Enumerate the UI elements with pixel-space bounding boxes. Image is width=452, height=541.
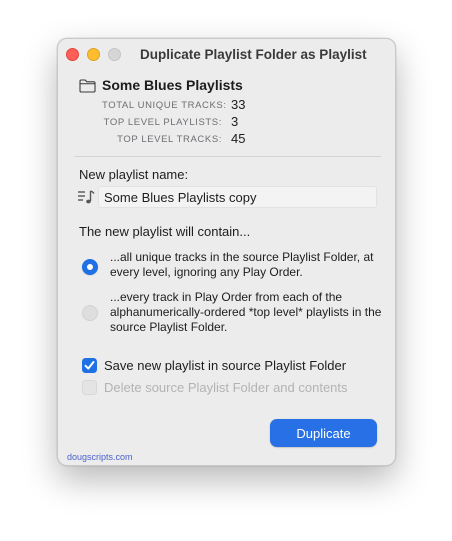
zoom-window-button[interactable] [108, 48, 121, 61]
top-level-playlists-value: 3 [231, 114, 239, 129]
minimize-window-button[interactable] [87, 48, 100, 61]
total-unique-tracks-value: 33 [231, 97, 246, 112]
delete-source-folder-label: Delete source Playlist Folder and conten… [104, 380, 348, 395]
top-level-tracks-label: TOP LEVEL TRACKS: [117, 134, 222, 145]
save-in-source-folder-checkbox[interactable] [82, 358, 97, 373]
duplicate-playlist-dialog: Duplicate Playlist Folder as Playlist So… [57, 38, 396, 466]
delete-source-folder-checkbox[interactable] [82, 380, 97, 395]
total-unique-tracks-label: TOTAL UNIQUE TRACKS: [102, 100, 227, 111]
save-in-source-folder-label: Save new playlist in source Playlist Fol… [104, 358, 347, 373]
new-playlist-name-input[interactable] [98, 186, 377, 208]
dougscripts-link[interactable]: dougscripts.com [67, 452, 133, 462]
playlist-icon [78, 190, 95, 204]
divider [74, 156, 381, 157]
option-all-unique-tracks-text: ...all unique tracks in the source Playl… [110, 250, 374, 279]
new-playlist-name-label: New playlist name: [79, 167, 189, 182]
radio-every-track-play-order[interactable] [82, 305, 98, 321]
top-level-tracks-value: 45 [231, 131, 246, 146]
source-folder-name: Some Blues Playlists [102, 77, 243, 93]
title-bar: Duplicate Playlist Folder as Playlist [58, 39, 395, 71]
checkmark-icon [84, 361, 95, 370]
close-window-button[interactable] [66, 48, 79, 61]
folder-icon [79, 79, 96, 93]
option-every-track-play-order-text: ...every track in Play Order from each o… [110, 290, 382, 334]
contents-heading: The new playlist will contain... [79, 224, 251, 239]
top-level-playlists-label: TOP LEVEL PLAYLISTS: [103, 117, 222, 128]
window-title: Duplicate Playlist Folder as Playlist [140, 47, 367, 62]
radio-all-unique-tracks[interactable] [82, 259, 98, 275]
duplicate-button[interactable]: Duplicate [270, 419, 377, 447]
